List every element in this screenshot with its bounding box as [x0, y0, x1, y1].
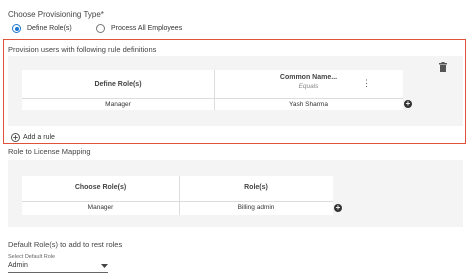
column-roles: Role(s)	[244, 184, 268, 191]
license-role-cell: Manager	[87, 204, 114, 211]
provisioning-title: Choose Provisioning Type*	[8, 10, 104, 19]
caret-down-icon	[101, 264, 108, 268]
default-role-select-label: Select Default Role	[8, 254, 56, 260]
add-license-icon[interactable]: +	[334, 204, 342, 212]
license-value-cell: Billing admin	[237, 204, 275, 211]
add-rule-icon[interactable]	[11, 133, 20, 142]
radio-define-roles[interactable]	[12, 24, 21, 33]
column-common-name[interactable]: Common Name...	[214, 74, 403, 81]
default-role-select[interactable]: Admin	[8, 261, 108, 273]
radio-process-all-label: Process All Employees	[111, 25, 183, 32]
row-divider	[22, 201, 333, 202]
license-table: Choose Role(s) Role(s) Manager Billing a…	[22, 176, 333, 215]
column-define-roles: Define Role(s)	[94, 81, 142, 88]
rule-definitions-title: Provision users with following rule defi…	[8, 45, 157, 54]
default-roles-title: Default Role(s) to add to rest roles	[8, 240, 123, 249]
radio-process-all[interactable]	[96, 24, 105, 33]
add-circle-icon[interactable]: +	[404, 100, 412, 108]
more-vert-icon[interactable]: ⋮	[362, 79, 371, 88]
rule-role-cell: Manager	[105, 101, 131, 108]
license-mapping-title: Role to License Mapping	[8, 147, 91, 156]
rule-value-cell: Yash Sharma	[289, 101, 328, 108]
operator-equals: Equals	[298, 83, 319, 90]
rules-table: Define Role(s) Common Name... Equals Man…	[22, 70, 403, 110]
row-divider	[22, 98, 403, 99]
add-rule-button[interactable]: Add a rule	[23, 134, 55, 141]
column-choose-roles: Choose Role(s)	[74, 184, 127, 191]
default-role-value: Admin	[8, 262, 28, 269]
radio-define-roles-label: Define Role(s)	[27, 25, 72, 32]
trash-icon[interactable]	[439, 62, 447, 72]
